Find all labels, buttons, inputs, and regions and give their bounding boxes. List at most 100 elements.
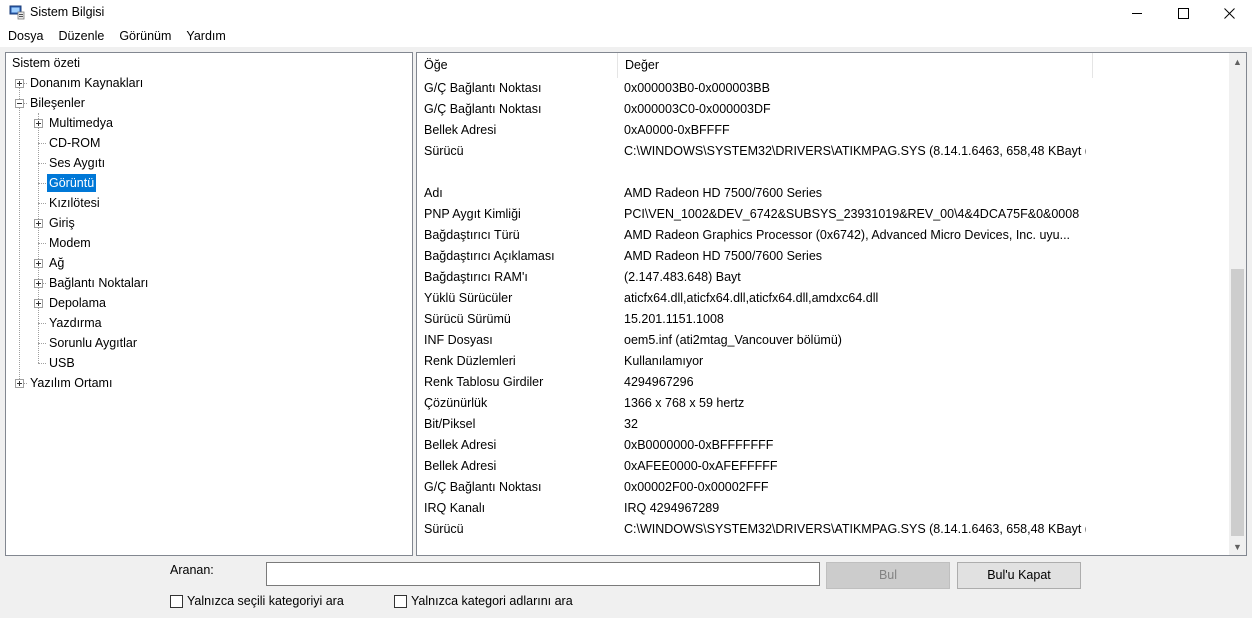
table-row[interactable]: Renk Tablosu Girdiler 4294967296 [417, 372, 1227, 393]
tree-item-network[interactable]: Ağ [47, 253, 66, 273]
row-item-cell: G/Ç Bağlantı Noktası [424, 480, 542, 494]
table-row[interactable]: G/Ç Bağlantı Noktası 0x000003C0-0x000003D… [417, 99, 1227, 120]
search-category-names-label: Yalnızca kategori adlarını ara [411, 594, 573, 608]
search-category-names-option[interactable]: Yalnızca kategori adlarını ara [394, 594, 573, 608]
maximize-button[interactable] [1160, 0, 1206, 26]
vertical-scrollbar[interactable]: ▲ ▼ [1229, 53, 1246, 555]
table-row[interactable]: Bellek Adresi 0xAFEE0000-0xAFEFFFFF [417, 456, 1227, 477]
tree-item-storage[interactable]: Depolama [47, 293, 108, 313]
tree-connector-line [38, 323, 46, 324]
tree-item-sound-device[interactable]: Ses Aygıtı [47, 153, 107, 173]
expand-icon[interactable] [15, 379, 24, 388]
tree-item-ports[interactable]: Bağlantı Noktaları [47, 273, 150, 293]
tree-item-input[interactable]: Giriş [47, 213, 77, 233]
scroll-up-arrow-icon[interactable]: ▲ [1229, 53, 1246, 70]
search-selected-category-checkbox[interactable] [170, 594, 183, 608]
table-row[interactable]: Sürücü Sürümü 15.201.1151.1008 [417, 309, 1227, 330]
table-row[interactable]: Sürücü C:\WINDOWS\SYSTEM32\DRIVERS\ATIKMP… [417, 519, 1227, 540]
minimize-button[interactable] [1114, 0, 1160, 26]
column-header-item[interactable]: Öğe [417, 53, 618, 78]
row-item-cell: Bit/Piksel [424, 417, 476, 431]
tree-item-modem[interactable]: Modem [47, 233, 93, 253]
row-item-cell: PNP Aygıt Kimliği [424, 207, 521, 221]
expand-icon[interactable] [34, 119, 43, 128]
table-row[interactable]: Bağdaştırıcı Türü AMD Radeon Graphics Pro… [417, 225, 1227, 246]
details-list[interactable]: Öğe Değer G/Ç Bağlantı Noktası 0x000003B0… [416, 52, 1247, 556]
row-value-cell: AMD Radeon HD 7500/7600 Series [624, 249, 823, 263]
system-info-app-icon [9, 5, 25, 20]
collapse-icon[interactable] [15, 99, 24, 108]
row-value-cell: 0x00002F00-0x00002FFF [624, 480, 769, 494]
tree-item-label: Sistem özeti [12, 56, 81, 70]
expand-icon[interactable] [34, 299, 43, 308]
table-row[interactable]: Çözünürlük 1366 x 768 x 59 hertz [417, 393, 1227, 414]
row-item-cell: Renk Düzlemleri [424, 354, 516, 368]
title-bar: Sistem Bilgisi [0, 0, 1252, 26]
table-row[interactable]: Sürücü C:\WINDOWS\SYSTEM32\DRIVERS\ATIKMP… [417, 141, 1227, 162]
menu-view[interactable]: Görünüm [112, 26, 178, 47]
tree-item-label: Sorunlu Aygıtlar [49, 336, 138, 350]
row-value-cell: 15.201.1151.1008 [624, 312, 724, 326]
scroll-down-arrow-icon[interactable]: ▼ [1229, 538, 1246, 555]
find-input[interactable] [266, 562, 820, 586]
tree-item-system-summary[interactable]: Sistem özeti [10, 53, 82, 73]
tree-connector-line [38, 363, 46, 364]
search-category-names-checkbox[interactable] [394, 594, 407, 608]
menu-help[interactable]: Yardım [179, 26, 232, 47]
table-row[interactable]: INF Dosyası oem5.inf (ati2mtag_Vancouver … [417, 330, 1227, 351]
tree-item-display[interactable]: Görüntü [47, 173, 97, 193]
menu-edit[interactable]: Düzenle [51, 26, 111, 47]
tree-item-label: Donanım Kaynakları [30, 76, 144, 90]
row-value-cell: 0x000003C0-0x000003DF [624, 102, 771, 116]
table-row[interactable]: Bağdaştırıcı RAM'ı (2.147.483.648) Bayt [417, 267, 1227, 288]
tree-item-multimedia[interactable]: Multimedya [47, 113, 115, 133]
category-tree[interactable]: Sistem özeti Donanım Kaynakları Bileşenl… [5, 52, 413, 556]
row-item-cell: Bağdaştırıcı RAM'ı [424, 270, 528, 284]
table-row[interactable]: G/Ç Bağlantı Noktası 0x000003B0-0x000003B… [417, 78, 1227, 99]
tree-item-printing[interactable]: Yazdırma [47, 313, 104, 333]
row-item-cell: Sürücü [424, 144, 464, 158]
table-row[interactable]: Bellek Adresi 0xB0000000-0xBFFFFFFF [417, 435, 1227, 456]
row-item-cell: Çözünürlük [424, 396, 488, 410]
expand-icon[interactable] [34, 279, 43, 288]
expand-icon[interactable] [15, 79, 24, 88]
row-value-cell: Kullanılamıyor [624, 354, 704, 368]
tree-item-cdrom[interactable]: CD-ROM [47, 133, 102, 153]
row-item-cell: Sürücü [424, 522, 464, 536]
table-row[interactable]: Bağdaştırıcı Açıklaması AMD Radeon HD 750… [417, 246, 1227, 267]
row-item-cell: Bağdaştırıcı Türü [424, 228, 520, 242]
tree-item-infrared[interactable]: Kızılötesi [47, 193, 102, 213]
column-header-value[interactable]: Değer [618, 53, 1093, 78]
tree-item-usb[interactable]: USB [47, 353, 77, 373]
expand-icon[interactable] [34, 259, 43, 268]
tree-item-problem-devices[interactable]: Sorunlu Aygıtlar [47, 333, 139, 353]
tree-connector-line [38, 163, 46, 164]
tree-connector-line [38, 203, 46, 204]
table-row[interactable]: PNP Aygıt Kimliği PCI\VEN_1002&DEV_6742&S… [417, 204, 1227, 225]
table-row[interactable]: Renk Düzlemleri Kullanılamıyor [417, 351, 1227, 372]
tree-connector-line [38, 183, 46, 184]
row-value-cell: oem5.inf (ati2mtag_Vancouver bölümü) [624, 333, 842, 347]
menu-file[interactable]: Dosya [1, 26, 50, 47]
table-row[interactable]: G/Ç Bağlantı Noktası 0x00002F00-0x00002FF… [417, 477, 1227, 498]
find-button[interactable]: Bul [826, 562, 950, 589]
tree-item-components[interactable]: Bileşenler [28, 93, 87, 113]
tree-item-label: Ağ [49, 256, 65, 270]
tree-item-hardware-resources[interactable]: Donanım Kaynakları [28, 73, 145, 93]
expand-icon[interactable] [34, 219, 43, 228]
table-row[interactable]: Adı AMD Radeon HD 7500/7600 Series [417, 183, 1227, 204]
table-row[interactable]: Bit/Piksel 32 [417, 414, 1227, 435]
tree-connector-line [38, 243, 46, 244]
search-selected-category-option[interactable]: Yalnızca seçili kategoriyi ara [170, 594, 344, 608]
close-button[interactable] [1206, 0, 1252, 26]
table-row[interactable]: Bellek Adresi 0xA0000-0xBFFFF [417, 120, 1227, 141]
close-find-button[interactable]: Bul'u Kapat [957, 562, 1081, 589]
table-row[interactable]: Yüklü Sürücüler aticfx64.dll,aticfx64.dll… [417, 288, 1227, 309]
table-row[interactable] [417, 162, 1227, 183]
scrollbar-thumb[interactable] [1231, 269, 1244, 536]
row-value-cell: AMD Radeon HD 7500/7600 Series [624, 186, 823, 200]
row-item-cell: Yüklü Sürücüler [424, 291, 513, 305]
tree-item-software-environment[interactable]: Yazılım Ortamı [28, 373, 114, 393]
table-row[interactable]: IRQ Kanalı IRQ 4294967289 [417, 498, 1227, 519]
row-item-cell: Bellek Adresi [424, 123, 497, 137]
